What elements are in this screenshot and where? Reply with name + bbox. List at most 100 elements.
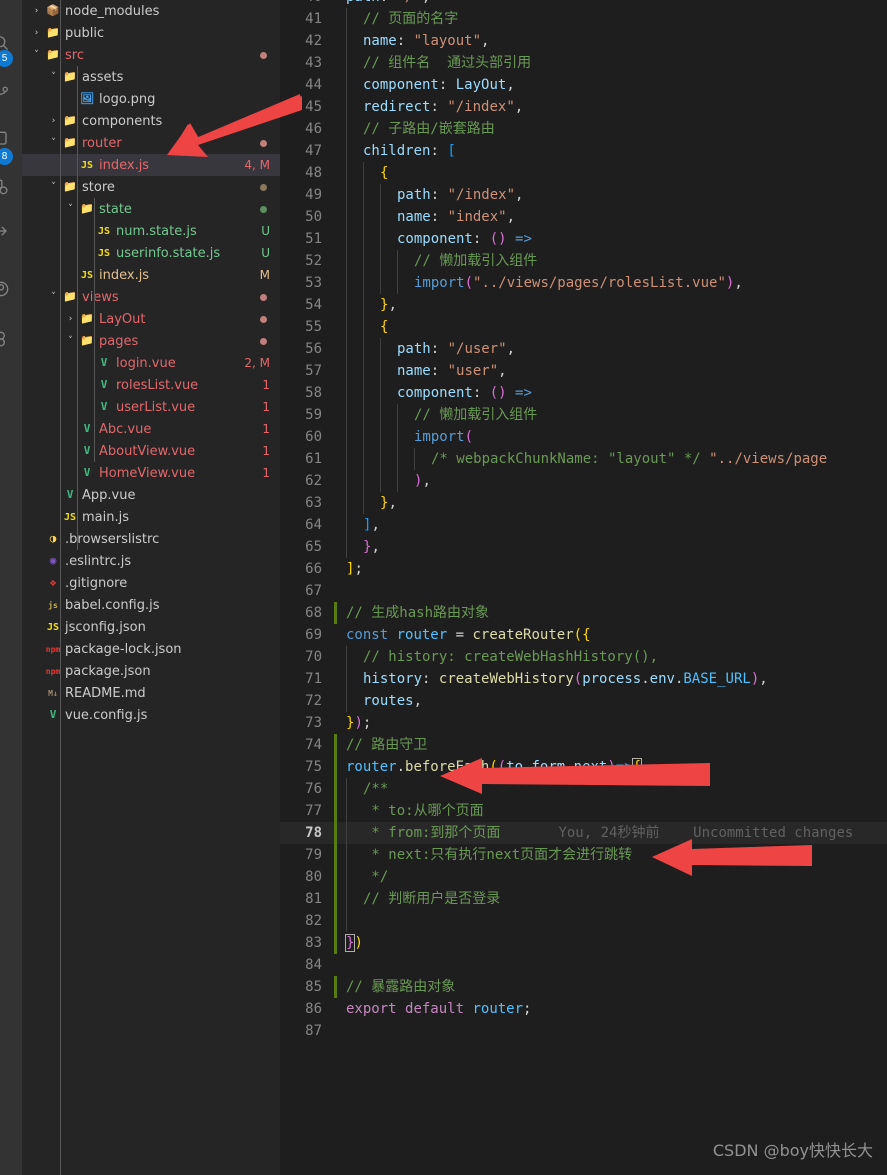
line-content: children: [ xyxy=(334,140,887,162)
code-line-78[interactable]: 78 * from:到那个页面 You, 24秒钟前 Uncommitted ch… xyxy=(280,822,887,844)
tree-item-label: AboutView.vue xyxy=(99,443,196,459)
vue-icon: V xyxy=(100,400,108,413)
line-number: 63 xyxy=(305,495,322,511)
tree-item-status-dot xyxy=(260,205,267,213)
twisty-icon[interactable]: › xyxy=(30,22,43,44)
twisty-icon[interactable]: › xyxy=(30,0,43,22)
tree-item-decoration: M xyxy=(259,268,270,282)
twisty-icon[interactable]: ˅ xyxy=(64,330,77,352)
twisty-icon[interactable]: ˅ xyxy=(47,176,60,198)
remote-explorer-icon[interactable] xyxy=(0,210,22,252)
tree-item-status-dot xyxy=(260,139,267,147)
code-line-40[interactable]: 40path: "/", xyxy=(280,0,887,8)
twisty-icon[interactable]: ˅ xyxy=(47,66,60,88)
code-line-56[interactable]: 56 path: "/user", xyxy=(280,338,887,360)
code-line-57[interactable]: 57 name: "user", xyxy=(280,360,887,382)
line-content: path: "/index", xyxy=(334,184,887,206)
tree-item-status-dot xyxy=(260,183,267,191)
explorer-file-tree[interactable]: › 📦 node_modules › 📁 public ˅ 📁 src ˅ 📁 assets 🖼 logo… xyxy=(22,0,280,1175)
line-content: name: "index", xyxy=(334,206,887,228)
line-number: 50 xyxy=(305,209,322,225)
code-line-67[interactable]: 67 xyxy=(280,580,887,602)
twisty-icon[interactable]: › xyxy=(64,308,77,330)
line-number: 57 xyxy=(305,363,322,379)
code-line-64[interactable]: 64], xyxy=(280,514,887,536)
image-icon: 🖼 xyxy=(80,92,94,105)
code-line-44[interactable]: 44 component: LayOut, xyxy=(280,74,887,96)
code-line-50[interactable]: 50 name: "index", xyxy=(280,206,887,228)
line-number: 40 xyxy=(280,0,334,8)
twisty-icon[interactable]: ˅ xyxy=(47,286,60,308)
code-line-74[interactable]: 74 // 路由守卫 xyxy=(280,734,887,756)
code-line-85[interactable]: 85 // 暴露路由对象 xyxy=(280,976,887,998)
source-control-icon[interactable] xyxy=(0,70,22,112)
twisty-icon[interactable]: › xyxy=(47,110,60,132)
code-line-82[interactable]: 82 xyxy=(280,910,887,932)
tree-item-status-dot xyxy=(260,51,267,59)
line-number: 52 xyxy=(305,253,322,269)
settings-gear-icon[interactable] xyxy=(0,318,22,360)
code-line-46[interactable]: 46 // 子路由/嵌套路由 xyxy=(280,118,887,140)
code-line-73[interactable]: 73}); xyxy=(280,712,887,734)
code-line-77[interactable]: 77 * to:从哪个页面 xyxy=(280,800,887,822)
code-line-48[interactable]: 48 { xyxy=(280,162,887,184)
code-line-66[interactable]: 66]; xyxy=(280,558,887,580)
code-line-43[interactable]: 43 // 组件名 通过头部引用 xyxy=(280,52,887,74)
code-line-72[interactable]: 72 routes, xyxy=(280,690,887,712)
line-content: router.beforeEach((to,form,next)=>{ xyxy=(346,758,643,776)
line-content: /** xyxy=(334,778,887,800)
code-line-83[interactable]: 83}) xyxy=(280,932,887,954)
twisty-icon[interactable]: ˅ xyxy=(47,132,60,154)
code-line-86[interactable]: 86 export default router; xyxy=(280,998,887,1020)
line-number: 79 xyxy=(305,847,322,863)
code-line-54[interactable]: 54}, xyxy=(280,294,887,316)
code-line-84[interactable]: 84 xyxy=(280,954,887,976)
line-content: }) xyxy=(344,934,363,952)
code-line-41[interactable]: 41 // 页面的名字 xyxy=(280,8,887,30)
line-number: 45 xyxy=(305,99,322,115)
code-line-80[interactable]: 80 */ xyxy=(280,866,887,888)
tree-item-label: userinfo.state.js xyxy=(116,245,221,261)
code-line-71[interactable]: 71 history: createWebHistory(process.env.… xyxy=(280,668,887,690)
code-line-81[interactable]: 81 // 判断用户是否登录 xyxy=(280,888,887,910)
code-line-52[interactable]: 52 // 懒加载引入组件 xyxy=(280,250,887,272)
code-line-62[interactable]: 62), xyxy=(280,470,887,492)
twisty-icon[interactable]: ˅ xyxy=(64,198,77,220)
code-line-75[interactable]: 75 router.beforeEach((to,form,next)=>{ xyxy=(280,756,887,778)
line-number: 71 xyxy=(305,671,322,687)
code-line-45[interactable]: 45 redirect: "/index", xyxy=(280,96,887,118)
code-editor[interactable]: 40path: "/",41// 页面的名字42name: "layout",4… xyxy=(280,0,887,1175)
line-content xyxy=(334,580,887,602)
code-line-60[interactable]: 60 import( xyxy=(280,426,887,448)
line-content: // 子路由/嵌套路由 xyxy=(334,118,887,140)
code-line-53[interactable]: 53 import("../views/pages/rolesList.vue")… xyxy=(280,272,887,294)
code-line-79[interactable]: 79 * next:只有执行next页面才会进行跳转 xyxy=(280,844,887,866)
code-line-63[interactable]: 63}, xyxy=(280,492,887,514)
code-line-55[interactable]: 55 { xyxy=(280,316,887,338)
account-icon[interactable] xyxy=(0,268,22,310)
tree-item-label: App.vue xyxy=(82,487,136,503)
tree-item-decoration: U xyxy=(261,246,270,260)
code-line-59[interactable]: 59 // 懒加载引入组件 xyxy=(280,404,887,426)
line-content: component: () => xyxy=(334,228,887,250)
code-line-87[interactable]: 87 xyxy=(280,1020,887,1042)
code-line-58[interactable]: 58 component: () => xyxy=(280,382,887,404)
twisty-icon[interactable]: ˅ xyxy=(30,44,43,66)
extensions-icon[interactable] xyxy=(0,166,22,208)
code-line-47[interactable]: 47 children: [ xyxy=(280,140,887,162)
line-content: redirect: "/index", xyxy=(334,96,887,118)
line-content: history: createWebHistory(process.env.BA… xyxy=(334,668,887,690)
code-line-51[interactable]: 51 component: () => xyxy=(280,228,887,250)
code-line-70[interactable]: 70 // history: createWebHashHistory(), xyxy=(280,646,887,668)
line-content: // history: createWebHashHistory(), xyxy=(334,646,887,668)
line-number: 70 xyxy=(305,649,322,665)
code-line-49[interactable]: 49 path: "/index", xyxy=(280,184,887,206)
code-line-42[interactable]: 42 name: "layout", xyxy=(280,30,887,52)
code-line-65[interactable]: 65}, xyxy=(280,536,887,558)
code-line-61[interactable]: 61 /* webpackChunkName: "layout" */ "../v… xyxy=(280,448,887,470)
line-content: routes, xyxy=(334,690,887,712)
line-number: 65 xyxy=(305,539,322,555)
code-line-69[interactable]: 69 const router = createRouter({ xyxy=(280,624,887,646)
code-line-68[interactable]: 68 // 生成hash路由对象 xyxy=(280,602,887,624)
code-line-76[interactable]: 76 /** xyxy=(280,778,887,800)
